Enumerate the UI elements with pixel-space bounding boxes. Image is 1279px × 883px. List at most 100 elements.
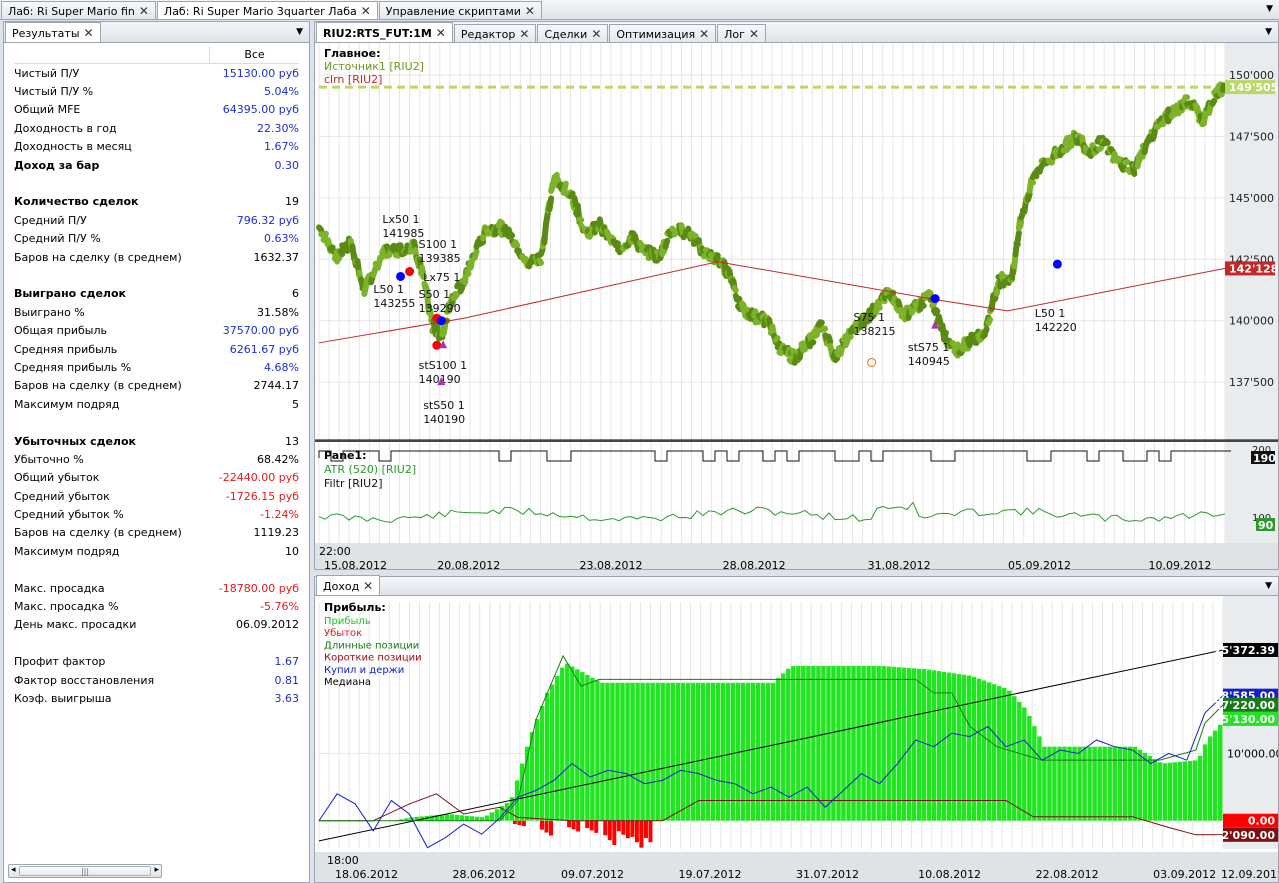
- close-icon[interactable]: ✕: [519, 28, 529, 40]
- results-row[interactable]: Количество сделок 19: [14, 193, 299, 211]
- results-row[interactable]: Общий MFE 64395.00 руб: [14, 101, 299, 119]
- close-icon[interactable]: ✕: [436, 27, 446, 39]
- profit-bar: [1112, 746, 1117, 821]
- results-row[interactable]: Максимум подряд 10: [14, 542, 299, 560]
- price-bar: [1014, 229, 1022, 244]
- profit-bar: [846, 665, 851, 821]
- results-row[interactable]: Средний П/У 796.32 руб: [14, 211, 299, 229]
- profit-bar: [1092, 746, 1097, 821]
- profit-bar: [1187, 760, 1193, 821]
- doc-tab-0[interactable]: Лаб: Ri Super Mario fin ✕: [1, 1, 156, 19]
- price-chart[interactable]: 150'000147'500145'000142'500140'000137'5…: [315, 43, 1278, 569]
- price-bar: [452, 290, 461, 298]
- loss-bar: [589, 820, 594, 831]
- results-row[interactable]: Профит фактор 1.67: [14, 653, 299, 671]
- price-bar: [874, 303, 883, 311]
- profit-chart[interactable]: 10'000.00 Прибыль: ПрибыльУбытокДлинные по…: [315, 596, 1278, 882]
- profit-bar: [539, 705, 545, 821]
- results-row-value: 0.30: [274, 158, 300, 172]
- results-row[interactable]: Убыточно % 68.42%: [14, 450, 299, 468]
- results-row[interactable]: Средний убыток -1726.15 руб: [14, 487, 299, 505]
- profit-bar: [1017, 701, 1022, 821]
- panel-menu-icon[interactable]: ▼: [1265, 27, 1272, 37]
- results-row[interactable]: Баров на сделку (в среднем) 1632.37: [14, 248, 299, 266]
- results-row[interactable]: Чистый П/У % 5.04%: [14, 82, 299, 100]
- horizontal-scrollbar[interactable]: ◂ ||| ▸: [8, 864, 162, 878]
- results-row[interactable]: Фактор восстановления 0.81: [14, 671, 299, 689]
- profit-bar: [1072, 746, 1077, 821]
- results-row[interactable]: День макс. просадки 06.09.2012: [14, 616, 299, 634]
- trade-label: S100 1: [419, 238, 457, 251]
- chart-tab-4[interactable]: Лог ✕: [717, 24, 766, 42]
- last-price-label: 149'505: [1229, 81, 1278, 94]
- doc-tab-label: Управление скриптами: [385, 4, 521, 18]
- chart-tab-1[interactable]: Редактор ✕: [453, 24, 537, 42]
- results-row[interactable]: Средняя прибыль % 4.68%: [14, 358, 299, 376]
- price-bar: [786, 357, 795, 365]
- results-row[interactable]: Выиграно сделок 6: [14, 285, 299, 303]
- results-row[interactable]: Макс. просадка % -5.76%: [14, 597, 299, 615]
- profit-bar: [861, 665, 866, 821]
- price-bar: [832, 355, 841, 364]
- scroll-thumb[interactable]: |||: [19, 866, 151, 876]
- x-tick-label: 23.08.2012: [579, 559, 642, 569]
- loss-bar: [616, 820, 621, 832]
- close-icon[interactable]: ✕: [591, 28, 601, 40]
- results-row[interactable]: Общая прибыль 37570.00 руб: [14, 321, 299, 339]
- chart-tab-3[interactable]: Оптимизация ✕: [609, 24, 717, 42]
- loss-bars: [512, 820, 653, 848]
- results-row[interactable]: Средний П/У % 0.63%: [14, 230, 299, 248]
- profit-bar: [866, 665, 871, 821]
- doc-tab-2[interactable]: Управление скриптами ✕: [378, 1, 542, 19]
- results-spacer: [14, 266, 299, 284]
- price-bar: [411, 238, 419, 250]
- close-icon[interactable]: ✕: [361, 5, 371, 17]
- close-icon[interactable]: ✕: [699, 28, 709, 40]
- chart-tab-0[interactable]: RIU2:RTS_FUT:1M ✕: [316, 22, 453, 42]
- loss-bar: [567, 820, 572, 828]
- panel-menu-icon[interactable]: ▼: [1265, 581, 1272, 591]
- results-row[interactable]: Выиграно % 31.58%: [14, 303, 299, 321]
- price-bar: [1031, 171, 1040, 180]
- results-row[interactable]: Чистый П/У 15130.00 руб: [14, 64, 299, 82]
- chart-tab-2[interactable]: Сделки ✕: [537, 24, 609, 42]
- pane-legend-atr: ATR (520) [RIU2]: [324, 463, 416, 476]
- results-rows: Чистый П/У 15130.00 руб Чистый П/У % 5.04% О…: [14, 64, 299, 708]
- close-icon[interactable]: ✕: [139, 5, 149, 17]
- price-bar: [612, 239, 621, 247]
- results-row[interactable]: Общий убыток -22440.00 руб: [14, 469, 299, 487]
- tab-income[interactable]: Доход ✕: [316, 575, 381, 595]
- results-row[interactable]: Доход за бар 0.30: [14, 156, 299, 174]
- panel-menu-icon[interactable]: ▼: [296, 27, 303, 37]
- close-icon[interactable]: ✕: [749, 28, 759, 40]
- scroll-right-icon[interactable]: ▸: [154, 865, 159, 875]
- loss-bar: [549, 820, 554, 836]
- results-row[interactable]: Средний убыток % -1.24%: [14, 505, 299, 523]
- results-row[interactable]: Коэф. выигрыша 3.63: [14, 689, 299, 707]
- trade-marker-icon: [1052, 259, 1062, 269]
- close-icon[interactable]: ✕: [363, 580, 373, 592]
- results-row[interactable]: Макс. просадка -18780.00 руб: [14, 579, 299, 597]
- results-row[interactable]: Доходность в месяц 1.67%: [14, 138, 299, 156]
- close-icon[interactable]: ✕: [84, 27, 94, 39]
- tabs-menu-icon[interactable]: ▼: [1266, 4, 1273, 14]
- results-row[interactable]: Средняя прибыль 6261.67 руб: [14, 340, 299, 358]
- doc-tab-1[interactable]: Лаб: Ri Super Mario 3quarter Лаба ✕: [156, 1, 378, 19]
- results-row[interactable]: Максимум подряд 5: [14, 395, 299, 413]
- value-badge-label: -2'090.00: [1217, 829, 1275, 842]
- tab-results[interactable]: Результаты ✕: [5, 22, 101, 42]
- price-chart-panel: RIU2:RTS_FUT:1M ✕ Редактор ✕ Сделки ✕ Оптимиза…: [314, 21, 1279, 570]
- results-row[interactable]: Баров на сделку (в среднем) 1119.23: [14, 524, 299, 542]
- profit-bar: [801, 665, 806, 821]
- results-row[interactable]: Доходность в год 22.30%: [14, 119, 299, 137]
- price-bar: [808, 339, 817, 347]
- close-icon[interactable]: ✕: [525, 5, 535, 17]
- price-bar: [361, 280, 370, 298]
- scroll-left-icon[interactable]: ◂: [11, 865, 16, 875]
- results-row-label: Доходность в месяц: [14, 140, 132, 154]
- chart-tab-label: RIU2:RTS_FUT:1M: [323, 26, 432, 40]
- results-row[interactable]: Баров на сделку (в среднем) 2744.17: [14, 377, 299, 395]
- results-row[interactable]: Убыточных сделок 13: [14, 432, 299, 450]
- price-bar: [1209, 97, 1218, 107]
- price-bar: [471, 248, 480, 261]
